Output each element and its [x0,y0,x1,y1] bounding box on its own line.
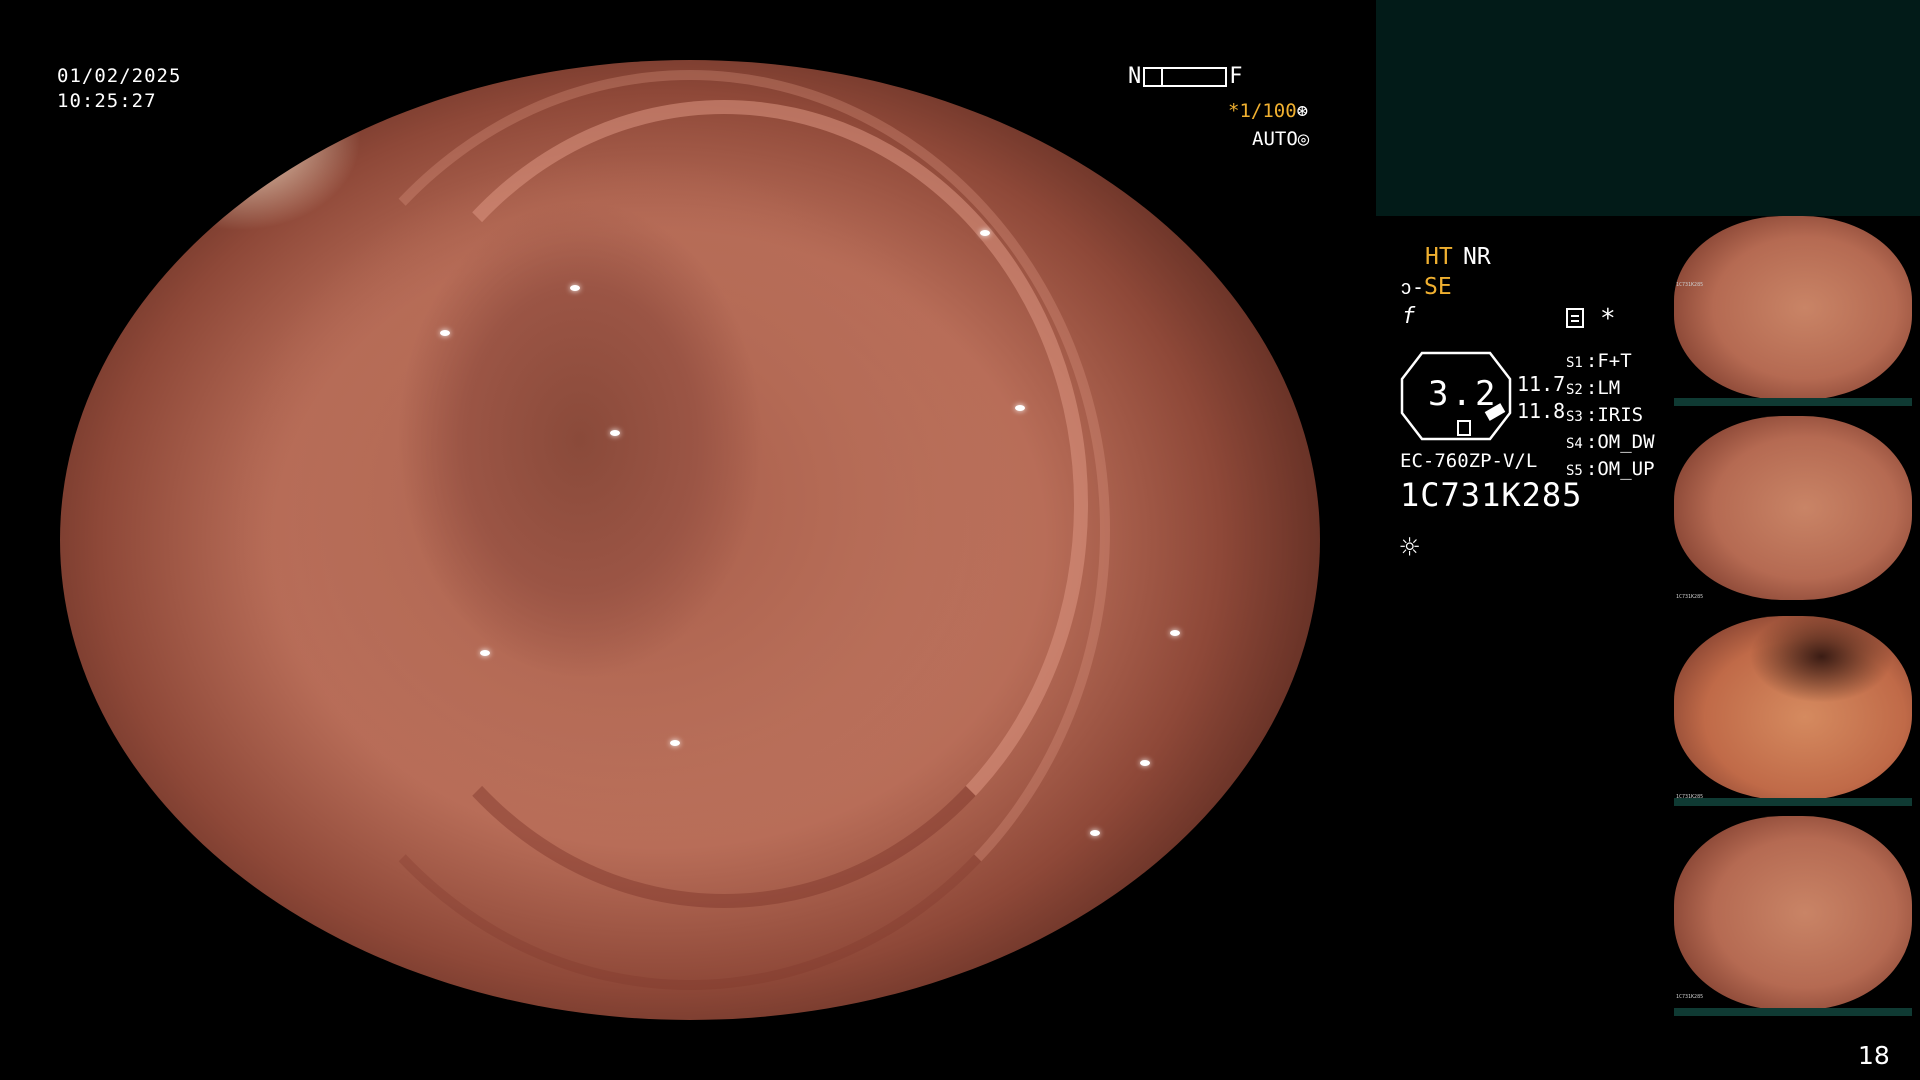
focus-bar [1143,66,1228,87]
thumbnail-strip [1674,798,1912,806]
date-text: 01/02/2025 [57,65,182,87]
thumbnail-image [1674,416,1912,600]
iris-text: AUTO [1252,128,1298,150]
value-a: 11.7 [1517,372,1566,396]
iris-mode: AUTO◎ [1252,128,1309,150]
date-time: 01/02/2025 10:25:27 [57,64,181,114]
thumbnail-2[interactable]: 1C731K285 [1670,416,1920,606]
thumbnail-image [1674,816,1912,1010]
switch-value: IRIS [1597,404,1644,426]
near-label: N [1128,64,1142,89]
se-icon: ↄ- [1400,275,1425,299]
switch-label: S2 [1566,382,1583,398]
switch-row: S2:LM [1566,377,1621,399]
light-reflection [670,740,680,746]
shutter-text: *1/100 [1228,100,1297,122]
switch-row: S1:F+T [1566,350,1632,372]
panel-header-area [1376,0,1920,216]
thumbnail-strip [1674,398,1912,406]
thumbnail-serial: 1C731K285 [1676,594,1704,600]
mode-se: ↄ-SE [1400,274,1452,301]
endoscope-main-view: 01/02/2025 10:25:27 N F *1/100⊛ AUTO◎ [0,0,1370,1080]
switch-row: S4:OM_DW [1566,431,1655,453]
mode-ht: HT [1425,244,1453,270]
value-b: 11.8 [1517,399,1566,423]
thumbnail-strip [1674,1008,1912,1016]
scope-serial: 1C731K285 [1400,476,1583,514]
f-symbol: f [1402,304,1416,329]
light-reflection [1090,830,1100,836]
thumbnail-image [1674,616,1912,800]
thumbnail-image [1674,216,1912,400]
thumbnail-serial: 1C731K285 [1676,282,1704,288]
thumbnail-4[interactable]: 1C731K285 [1670,816,1920,1016]
time-text: 10:25:27 [57,90,157,112]
light-reflection [1140,760,1150,766]
light-reflection [570,285,580,291]
light-reflection [610,430,620,436]
star-icon: * [1600,304,1616,334]
endoscopic-image [60,60,1320,1020]
focus-marker [1161,66,1164,87]
scope-model: EC-760ZP-V/L [1400,450,1538,472]
switch-label: S3 [1566,409,1583,425]
mode-se-label: SE [1424,274,1452,300]
shutter-speed: *1/100⊛ [1228,100,1308,122]
page-number: 18 [1858,1041,1890,1070]
mode-nr: NR [1463,244,1491,270]
near-far-indicator: N F [1128,64,1243,89]
light-icon: ☼ [1400,528,1420,566]
light-reflection [480,650,490,656]
iris-icon: ◎ [1297,128,1310,150]
far-label: F [1229,64,1243,89]
document-icon [1566,308,1584,328]
switch-value: LM [1597,377,1621,399]
octagon-value: 3.2 [1428,374,1499,414]
shutter-icon: ⊛ [1296,100,1309,122]
light-reflection [440,330,450,336]
thumbnail-serial: 1C731K285 [1676,794,1704,800]
switch-value: OM_UP [1597,458,1655,480]
switch-label: S1 [1566,355,1583,371]
mucosal-fold-outer [270,70,1110,990]
thumbnail-serial: 1C731K285 [1676,994,1704,1000]
switch-list: S1:F+T S2:LM S3:IRIS S4:OM_DW S5:OM_UP [1566,349,1655,484]
light-reflection [1015,405,1025,411]
switch-row: S3:IRIS [1566,404,1644,426]
switch-value: OM_DW [1597,431,1655,453]
thumbnail-1[interactable]: 1C731K285 [1670,216,1920,406]
thumbnail-3[interactable]: 1C731K285 [1670,616,1920,806]
switch-label: S4 [1566,436,1583,452]
switch-value: F+T [1597,350,1632,372]
light-reflection [980,230,990,236]
light-reflection [1170,630,1180,636]
